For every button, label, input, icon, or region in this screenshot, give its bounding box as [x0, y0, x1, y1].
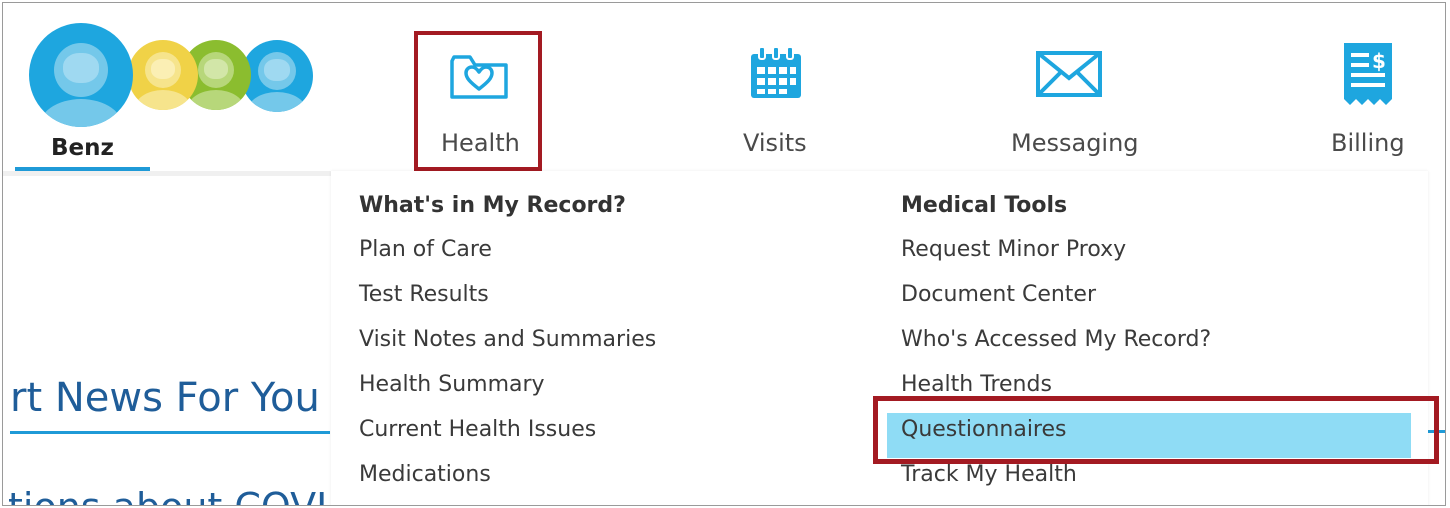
menu-item-medications[interactable]: Medications [359, 458, 839, 503]
app-window: Benz Health Visits Messaging $ Billing r… [2, 2, 1446, 506]
svg-text:$: $ [1372, 49, 1386, 73]
menu-heading-record: What's in My Record? [359, 193, 626, 218]
current-user-avatar[interactable] [29, 23, 133, 127]
calendar-icon [748, 45, 804, 105]
menu-item-visit-notes[interactable]: Visit Notes and Summaries [359, 323, 839, 368]
menu-item-questionnaires[interactable]: Questionnaires [887, 413, 1411, 458]
current-user-name[interactable]: Benz [51, 135, 114, 161]
bill-icon: $ [1341, 41, 1395, 111]
menu-column-tools: Medical Tools Request Minor Proxy Docume… [887, 189, 1426, 503]
nav-messaging[interactable]: Messaging [988, 33, 1153, 163]
menu-item-health-summary[interactable]: Health Summary [359, 368, 839, 413]
nav-health-label: Health [441, 129, 520, 157]
covid-section: tions about COVI [3, 473, 331, 505]
folder-heart-icon [448, 51, 510, 107]
nav-visits[interactable]: Visits [723, 33, 833, 163]
nav-billing-label: Billing [1331, 129, 1405, 157]
menu-heading-tools: Medical Tools [901, 193, 1068, 218]
menu-item-plan-of-care[interactable]: Plan of Care [359, 233, 839, 278]
nav-billing[interactable]: $ Billing [1318, 33, 1418, 163]
menu-item-request-minor-proxy[interactable]: Request Minor Proxy [901, 233, 1426, 278]
menu-item-health-trends[interactable]: Health Trends [901, 368, 1426, 413]
menu-item-track-my-health[interactable]: Track My Health [901, 458, 1426, 503]
header-divider [3, 171, 333, 176]
nav-messaging-label: Messaging [1011, 129, 1139, 157]
health-dropdown-menu: What's in My Record? Plan of Care Test R… [331, 171, 1428, 505]
nav-health[interactable]: Health [414, 31, 542, 171]
menu-column-record: What's in My Record? Plan of Care Test R… [359, 189, 839, 503]
news-divider [10, 431, 330, 434]
proxy-avatar-4[interactable] [241, 40, 313, 112]
menu-item-whos-accessed[interactable]: Who's Accessed My Record? [901, 323, 1426, 368]
menu-item-test-results[interactable]: Test Results [359, 278, 839, 323]
right-divider [1428, 430, 1445, 433]
covid-heading[interactable]: tions about COVI [8, 485, 327, 505]
proxy-avatar-2[interactable] [128, 40, 198, 110]
menu-item-document-center[interactable]: Document Center [901, 278, 1426, 323]
envelope-icon [1035, 50, 1103, 102]
menu-item-current-health-issues[interactable]: Current Health Issues [359, 413, 839, 458]
nav-visits-label: Visits [743, 129, 807, 157]
news-heading: rt News For You [10, 375, 320, 421]
